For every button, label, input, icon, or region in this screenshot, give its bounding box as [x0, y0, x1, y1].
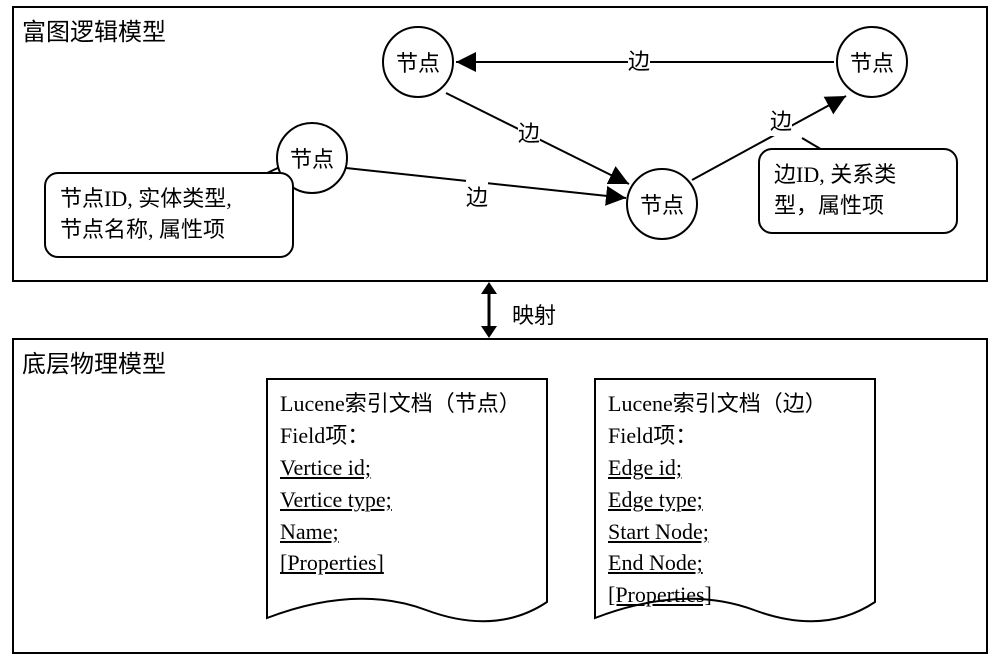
logical-model-panel: 富图逻辑模型 节点 节点 节点 节点 边 边 边 边 节点ID, 实体类型, 节… [12, 6, 988, 282]
doc-field: [Properties] [280, 547, 534, 579]
bubble-line: 节点名称, 属性项 [60, 215, 278, 246]
bubble-line: 边ID, 关系类 [774, 160, 942, 191]
mapping-label: 映射 [512, 298, 556, 330]
edge-label: 边 [466, 180, 488, 212]
edge-label: 边 [770, 104, 792, 136]
doc-field: Vertice id; [280, 452, 534, 484]
mapping-arrow-icon [474, 282, 504, 338]
doc-field-label: Field项： [608, 420, 862, 452]
doc-field-label: Field项： [280, 420, 534, 452]
doc-field: End Node; [608, 547, 862, 579]
doc-field: Vertice type; [280, 484, 534, 516]
doc-field: Edge id; [608, 452, 862, 484]
doc-field: Edge type; [608, 484, 862, 516]
node-attributes-bubble: 节点ID, 实体类型, 节点名称, 属性项 [44, 172, 294, 258]
doc-field: Name; [280, 516, 534, 548]
edge-label: 边 [628, 44, 650, 76]
graph-node: 节点 [836, 26, 908, 98]
lucene-node-doc: Lucene索引文档（节点） Field项： Vertice id; Verti… [266, 378, 548, 634]
graph-node: 节点 [626, 168, 698, 240]
bubble-line: 型，属性项 [774, 191, 942, 222]
doc-field: [Properties] [608, 579, 862, 611]
logical-model-title: 富图逻辑模型 [22, 12, 166, 47]
edge-attributes-bubble: 边ID, 关系类 型，属性项 [758, 148, 958, 234]
edge-label: 边 [518, 116, 540, 148]
lucene-edge-doc: Lucene索引文档（边） Field项： Edge id; Edge type… [594, 378, 876, 634]
doc-text-block: Lucene索引文档（边） Field项： Edge id; Edge type… [608, 388, 862, 611]
bubble-line: 节点ID, 实体类型, [60, 184, 278, 215]
doc-title: Lucene索引文档（节点） [280, 388, 534, 420]
physical-model-title: 底层物理模型 [22, 344, 166, 379]
doc-text-block: Lucene索引文档（节点） Field项： Vertice id; Verti… [280, 388, 534, 579]
doc-title: Lucene索引文档（边） [608, 388, 862, 420]
doc-field: Start Node; [608, 516, 862, 548]
physical-model-panel: 底层物理模型 Lucene索引文档（节点） Field项： Vertice id… [12, 338, 988, 654]
graph-node: 节点 [382, 26, 454, 98]
